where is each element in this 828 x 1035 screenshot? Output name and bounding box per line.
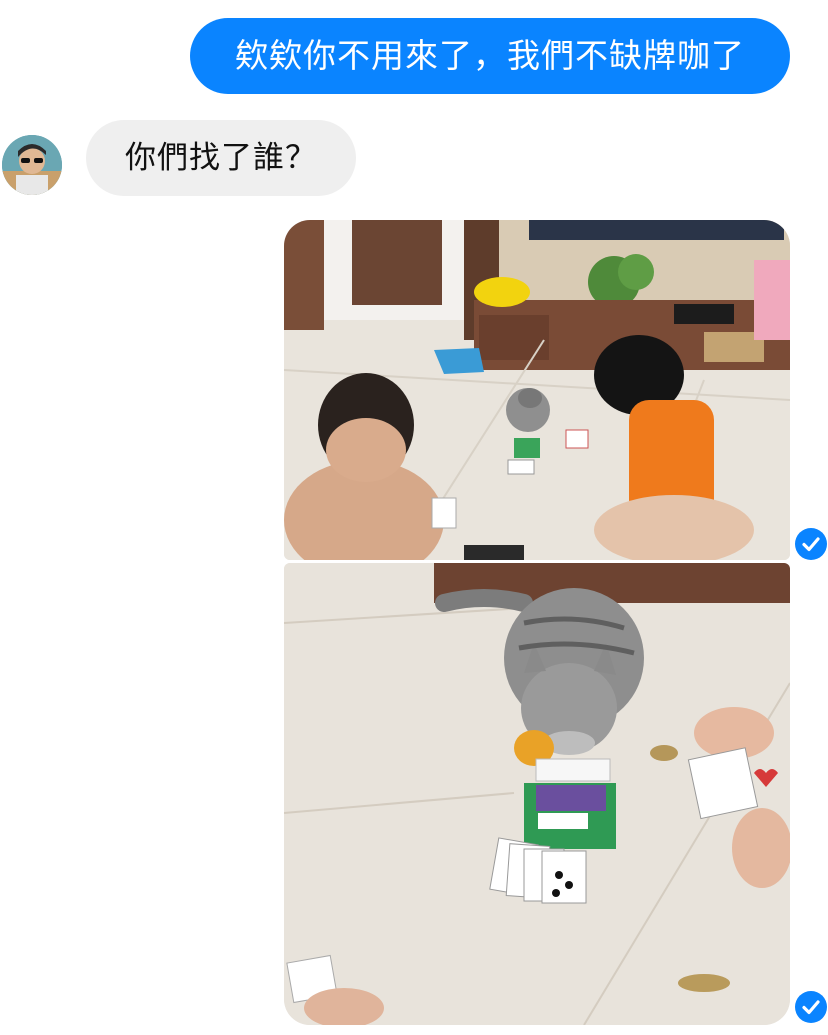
photo-people-playing-cards-with-cat [284, 220, 790, 560]
outgoing-message-text: 欸欸你不用來了，我們不缺牌咖了 [235, 36, 745, 75]
photo-attachment-2[interactable] [284, 563, 790, 1025]
photo-cat-near-cards-closeup [284, 563, 790, 1025]
outgoing-message-bubble[interactable]: 欸欸你不用來了，我們不缺牌咖了 [190, 18, 790, 94]
incoming-message-text: 你們找了誰？ [125, 140, 317, 176]
check-circle-icon [795, 528, 827, 560]
photo-attachment-1[interactable] [284, 220, 790, 560]
incoming-message-bubble[interactable]: 你們找了誰？ [86, 120, 356, 196]
check-circle-icon [795, 991, 827, 1023]
avatar-image [2, 135, 62, 195]
avatar[interactable] [2, 135, 62, 195]
